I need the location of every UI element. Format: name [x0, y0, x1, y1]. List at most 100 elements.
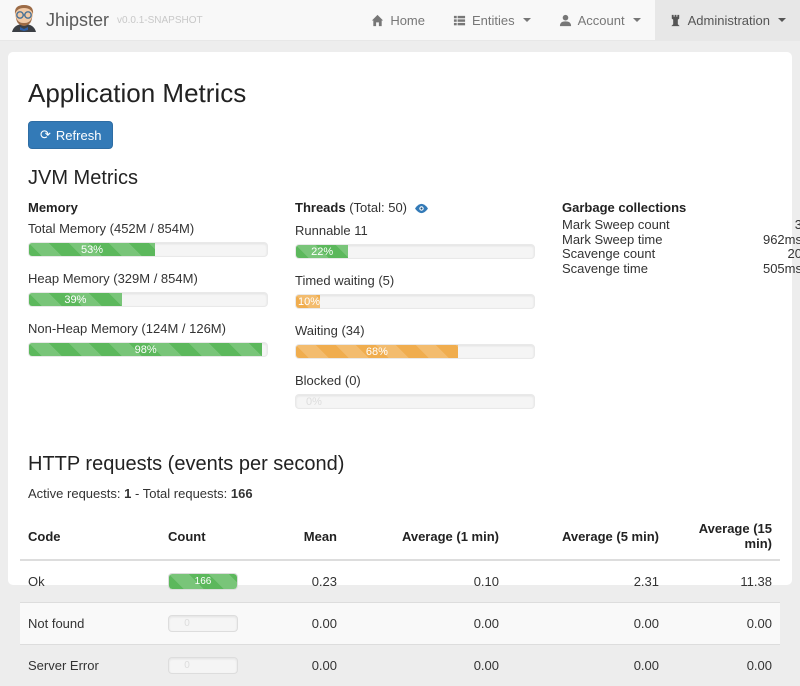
server-error-count-progress: 0 — [168, 657, 238, 674]
timed-waiting-block: Timed waiting (5) 10% — [295, 273, 535, 309]
runnable-progress: 22% — [295, 244, 535, 259]
gc-column: Garbage collections Mark Sweep count 3 M… — [562, 200, 800, 423]
eye-icon[interactable] — [414, 202, 429, 217]
gc-value: 20 — [788, 247, 800, 261]
col-header-mean: Mean — [270, 513, 345, 560]
count-value: 0 — [174, 658, 200, 673]
active-requests-label: Active requests: — [28, 486, 121, 501]
table-row-server-error: Server Error 0 0.00 0.00 0.00 0.00 — [20, 645, 780, 686]
memory-heading: Memory — [28, 200, 268, 215]
progress-value: 10% — [296, 295, 322, 309]
nonheap-memory-progress: 98% — [28, 342, 268, 357]
not-found-count-progress: 0 — [168, 615, 238, 632]
code-cell: Not found — [20, 603, 160, 645]
progress-fill: 98% — [29, 343, 262, 356]
total-memory-label: Total Memory (452M / 854M) — [28, 221, 268, 236]
nav-label: Administration — [688, 13, 770, 28]
http-requests-table: Code Count Mean Average (1 min) Average … — [20, 513, 780, 686]
refresh-button[interactable]: ⟳ Refresh — [28, 121, 113, 149]
nav-item-account[interactable]: Account — [545, 0, 655, 40]
blocked-progress: 0% — [295, 394, 535, 409]
chevron-down-icon — [633, 18, 641, 22]
list-icon — [453, 14, 466, 27]
navbar-menu: Home Entities Account Administration — [357, 0, 800, 40]
progress-fill: 166 — [169, 574, 237, 589]
tower-icon — [669, 14, 682, 27]
avg5-cell: 0.00 — [507, 645, 667, 686]
avg15-cell: 0.00 — [667, 603, 780, 645]
chevron-down-icon — [523, 18, 531, 22]
total-memory-progress: 53% — [28, 242, 268, 257]
mean-cell: 0.00 — [270, 645, 345, 686]
threads-heading: Threads (Total: 50) — [295, 200, 535, 217]
heap-memory-progress: 39% — [28, 292, 268, 307]
col-header-count: Count — [160, 513, 270, 560]
waiting-progress: 68% — [295, 344, 535, 359]
threads-column: Threads (Total: 50) Runnable 11 22% Time… — [295, 200, 535, 423]
heap-memory-block: Heap Memory (329M / 854M) 39% — [28, 271, 268, 307]
timed-waiting-label: Timed waiting (5) — [295, 273, 535, 288]
avg5-cell: 2.31 — [507, 560, 667, 603]
table-header-row: Code Count Mean Average (1 min) Average … — [20, 513, 780, 560]
threads-heading-bold: Threads — [295, 200, 346, 215]
count-value: 0 — [174, 616, 200, 631]
avg1-cell: 0.00 — [345, 603, 507, 645]
memory-column: Memory Total Memory (452M / 854M) 53% He… — [28, 200, 268, 423]
nonheap-memory-label: Non-Heap Memory (124M / 126M) — [28, 321, 268, 336]
gc-heading: Garbage collections — [562, 200, 800, 215]
table-row-ok: Ok 166 0.23 0.10 2.31 11.38 — [20, 560, 780, 603]
total-requests-value: 166 — [231, 486, 253, 501]
progress-fill: 22% — [296, 245, 348, 258]
chevron-down-icon — [778, 18, 786, 22]
col-header-avg5: Average (5 min) — [507, 513, 667, 560]
nav-item-entities[interactable]: Entities — [439, 0, 545, 40]
waiting-label: Waiting (34) — [295, 323, 535, 338]
nav-item-home[interactable]: Home — [357, 0, 439, 40]
table-row-not-found: Not found 0 0.00 0.00 0.00 0.00 — [20, 603, 780, 645]
progress-value: 39% — [62, 293, 88, 307]
gc-label: Scavenge count — [562, 247, 655, 261]
timed-waiting-progress: 10% — [295, 294, 535, 309]
progress-fill: 68% — [296, 345, 458, 358]
progress-value: 22% — [309, 245, 335, 259]
refresh-label: Refresh — [56, 128, 102, 143]
col-header-code: Code — [20, 513, 160, 560]
nav-label: Account — [578, 13, 625, 28]
jvm-metrics-heading: JVM Metrics — [28, 167, 780, 190]
active-requests-value: 1 — [124, 486, 131, 501]
progress-value: 0% — [301, 395, 327, 409]
progress-fill: 53% — [29, 243, 155, 256]
code-cell: Ok — [20, 560, 160, 603]
col-header-avg1: Average (1 min) — [345, 513, 507, 560]
waiting-block: Waiting (34) 68% — [295, 323, 535, 359]
gc-label: Mark Sweep count — [562, 218, 670, 232]
heap-memory-label: Heap Memory (329M / 854M) — [28, 271, 268, 286]
gc-row: Scavenge count 20 — [562, 247, 800, 261]
brand[interactable]: Jhipster v0.0.1-SNAPSHOT — [0, 0, 203, 40]
brand-version: v0.0.1-SNAPSHOT — [117, 15, 203, 26]
gc-value: 3 — [795, 218, 800, 232]
avg1-cell: 0.10 — [345, 560, 507, 603]
nav-label: Entities — [472, 13, 515, 28]
gc-row: Scavenge time 505ms — [562, 262, 800, 276]
nonheap-memory-block: Non-Heap Memory (124M / 126M) 98% — [28, 321, 268, 357]
nav-item-administration[interactable]: Administration — [655, 0, 800, 40]
avg1-cell: 0.00 — [345, 645, 507, 686]
user-icon — [559, 14, 572, 27]
top-navbar: Jhipster v0.0.1-SNAPSHOT Home Entities A… — [0, 0, 800, 41]
content-card: Application Metrics ⟳ Refresh JVM Metric… — [8, 52, 792, 585]
progress-value: 98% — [133, 343, 159, 357]
gc-row: Mark Sweep count 3 — [562, 218, 800, 232]
avg15-cell: 0.00 — [667, 645, 780, 686]
progress-fill: 39% — [29, 293, 122, 306]
gc-value: 505ms — [763, 262, 800, 276]
gc-label: Scavenge time — [562, 262, 648, 276]
refresh-icon: ⟳ — [40, 127, 51, 143]
runnable-label: Runnable 11 — [295, 223, 535, 238]
runnable-block: Runnable 11 22% — [295, 223, 535, 259]
page-title: Application Metrics — [28, 78, 780, 109]
gc-list: Mark Sweep count 3 Mark Sweep time 962ms… — [562, 218, 800, 276]
http-summary: Active requests: 1 - Total requests: 166 — [28, 486, 780, 501]
total-requests-label: Total requests: — [143, 486, 228, 501]
ok-count-progress: 166 — [168, 573, 238, 590]
